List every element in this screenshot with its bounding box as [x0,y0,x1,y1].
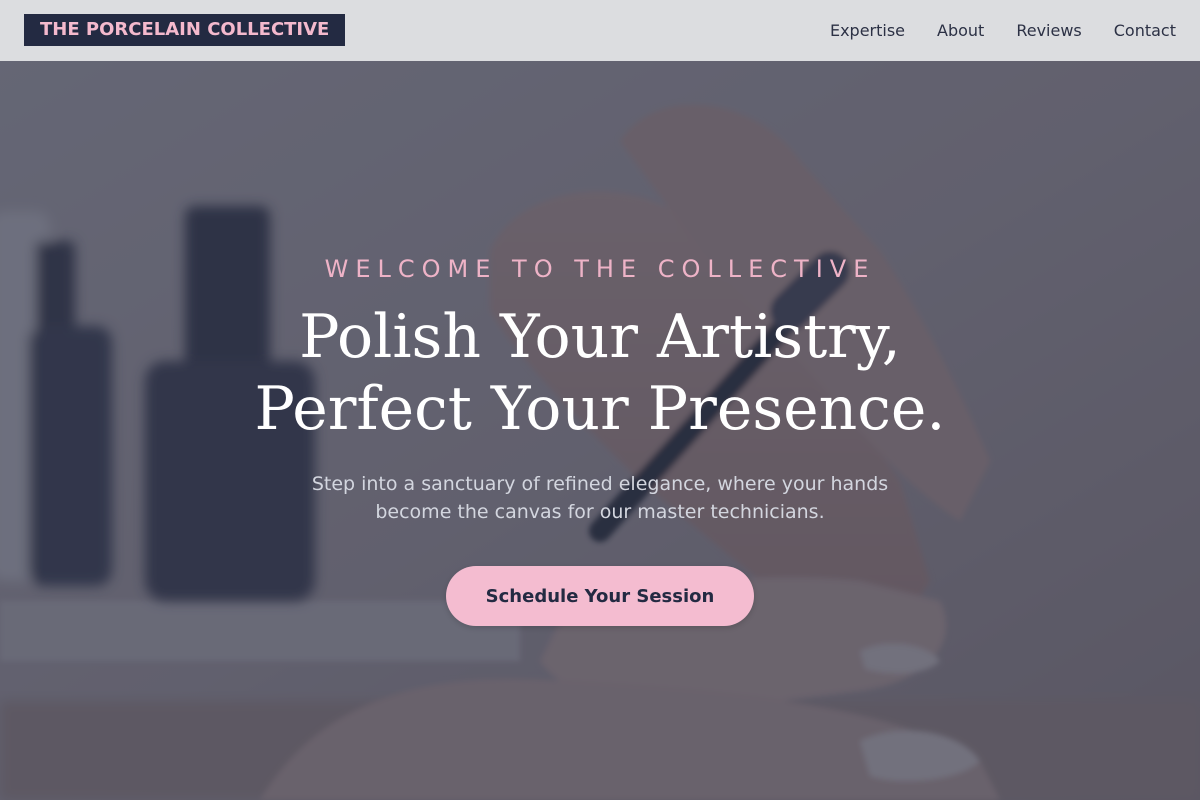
hero-subtext: Step into a sanctuary of refined eleganc… [311,473,889,523]
schedule-session-button[interactable]: Schedule Your Session [446,566,754,626]
nav-link-reviews[interactable]: Reviews [1016,21,1081,40]
hero-headline-line-1: Polish Your Artistry, [299,302,901,372]
nav-link-about[interactable]: About [937,21,984,40]
nav-link-expertise[interactable]: Expertise [830,21,905,40]
landing-page: THE PORCELAIN COLLECTIVE Expertise About… [0,0,1200,800]
main-nav: Expertise About Reviews Contact [798,0,1176,61]
hero-section: WELCOME TO THE COLLECTIVE Polish Your Ar… [0,61,1200,800]
nav-link-contact[interactable]: Contact [1114,21,1176,40]
brand-logo[interactable]: THE PORCELAIN COLLECTIVE [24,14,346,46]
hero-headline: Polish Your Artistry, Perfect Your Prese… [0,301,1200,445]
hero-headline-line-2: Perfect Your Presence. [254,374,946,444]
hero-eyebrow: WELCOME TO THE COLLECTIVE [324,255,876,283]
site-header: THE PORCELAIN COLLECTIVE Expertise About… [0,0,1200,61]
